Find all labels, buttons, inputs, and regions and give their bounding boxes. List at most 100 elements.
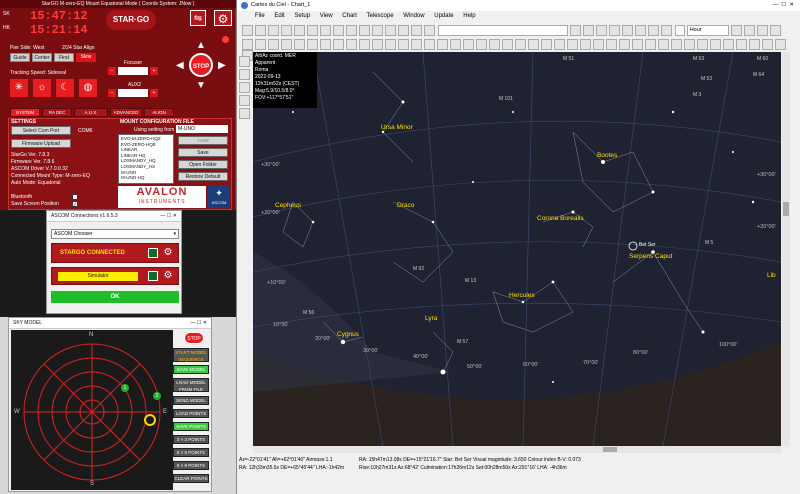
- toolbar-icon[interactable]: [437, 39, 448, 50]
- focuser-minus-button[interactable]: −: [108, 67, 116, 75]
- sun-tracking-icon[interactable]: ☼: [33, 79, 51, 97]
- menu-help[interactable]: Help: [463, 13, 475, 19]
- toolbar-icon[interactable]: [268, 39, 279, 50]
- menu-telescope[interactable]: Telescope: [367, 13, 394, 19]
- toolbar-icon[interactable]: [476, 39, 487, 50]
- setting-value-field[interactable]: M-UNO: [176, 125, 228, 133]
- toolbar-icon[interactable]: [749, 39, 760, 50]
- toolbar-icon[interactable]: [359, 39, 370, 50]
- toolbar-icon[interactable]: [697, 39, 708, 50]
- moon-tracking-icon[interactable]: ☾: [56, 79, 74, 97]
- scrollbar-thumb[interactable]: [783, 202, 789, 216]
- toolbar-icon[interactable]: [411, 39, 422, 50]
- save-model-button[interactable]: SAVE MODEL: [173, 365, 209, 374]
- start-model-sequence-button[interactable]: START MODEL SEQUENCE: [173, 348, 209, 362]
- menu-window[interactable]: Window: [403, 13, 424, 19]
- stars-tracking-icon[interactable]: ✳: [10, 79, 28, 97]
- send-model-button[interactable]: SEND MODEL: [173, 396, 209, 405]
- target-star-label[interactable]: Bet Ser: [639, 242, 656, 248]
- toolbar-icon[interactable]: [684, 39, 695, 50]
- clear-points-button[interactable]: CLEAR POINTS: [173, 474, 209, 483]
- south-arrow-icon[interactable]: ▼: [196, 80, 206, 91]
- object-label[interactable]: M 63: [693, 56, 704, 62]
- menu-file[interactable]: File: [255, 13, 265, 19]
- toolbar-icon[interactable]: [255, 25, 266, 36]
- object-label[interactable]: M 101: [499, 96, 513, 102]
- toolbar-icon[interactable]: [632, 39, 643, 50]
- object-label[interactable]: M 92: [413, 266, 424, 272]
- object-label[interactable]: M 5: [705, 240, 713, 246]
- scrollbar-thumb[interactable]: [603, 447, 617, 452]
- toolbar-icon[interactable]: [239, 69, 250, 80]
- step-field[interactable]: [675, 25, 686, 36]
- grid-8x8-button[interactable]: 8 × 8 POINTS: [173, 461, 209, 470]
- menu-setup[interactable]: Setup: [294, 13, 310, 19]
- simulator-connect-toggle[interactable]: [148, 271, 158, 281]
- toolbar-icon[interactable]: [239, 108, 250, 119]
- toolbar-icon[interactable]: [320, 25, 331, 36]
- toolbar-icon[interactable]: [661, 25, 673, 36]
- toolbar-icon[interactable]: [242, 25, 253, 36]
- toolbar-icon[interactable]: [580, 39, 591, 50]
- north-arrow-icon[interactable]: ▲: [196, 40, 206, 51]
- aux2-plus-button[interactable]: +: [150, 89, 158, 97]
- menu-view[interactable]: View: [320, 13, 333, 19]
- toolbar-icon[interactable]: [346, 25, 357, 36]
- toolbar-icon[interactable]: [333, 39, 344, 50]
- globe-tracking-icon[interactable]: ◍: [79, 79, 97, 97]
- toolbar-icon[interactable]: [635, 25, 647, 36]
- tab-system[interactable]: SYSTEM: [10, 108, 40, 117]
- sky-model-polar-svg[interactable]: [11, 330, 173, 490]
- save-config-button[interactable]: Save: [178, 148, 228, 157]
- gear-icon[interactable]: ⚙: [162, 270, 174, 282]
- toolbar-icon[interactable]: [593, 39, 604, 50]
- load-points-button[interactable]: LOAD POINTS: [173, 409, 209, 418]
- grid-3x3-button[interactable]: 3 × 3 POINTS: [173, 435, 209, 444]
- toolbar-icon[interactable]: [424, 39, 435, 50]
- toolbar-icon[interactable]: [242, 39, 253, 50]
- toolbar-icon[interactable]: [239, 56, 250, 67]
- mode-center-button[interactable]: Center: [32, 53, 52, 62]
- menu-update[interactable]: Update: [434, 13, 453, 19]
- model-point[interactable]: 2: [153, 392, 161, 400]
- toolbar-icon[interactable]: [710, 39, 721, 50]
- object-label[interactable]: M 57: [457, 339, 468, 345]
- west-arrow-icon[interactable]: ◀: [176, 60, 184, 71]
- search-input[interactable]: [437, 25, 568, 36]
- object-label[interactable]: M 64: [753, 72, 764, 78]
- mode-find-button[interactable]: Find: [54, 53, 74, 62]
- object-label[interactable]: M 13: [465, 278, 476, 284]
- simulator-field[interactable]: Simulator: [58, 272, 138, 281]
- window-controls[interactable]: — ☐ ✕: [191, 318, 207, 328]
- toolbar-icon[interactable]: [554, 39, 565, 50]
- toolbar-icon[interactable]: [463, 39, 474, 50]
- toolbar-icon[interactable]: [619, 39, 630, 50]
- toolbar-icon[interactable]: [606, 39, 617, 50]
- usb-icon[interactable]: ⇋: [190, 10, 206, 26]
- toolbar-icon[interactable]: [385, 25, 396, 36]
- gear-icon[interactable]: ⚙: [214, 10, 232, 26]
- toolbar-icon[interactable]: [596, 25, 608, 36]
- focuser-field[interactable]: [118, 67, 148, 75]
- menu-edit[interactable]: Edit: [274, 13, 284, 19]
- aux2-minus-button[interactable]: −: [108, 89, 116, 97]
- ascom-chooser-select[interactable]: ASCOM Chooser ▾: [51, 229, 179, 239]
- object-label[interactable]: M 53: [701, 76, 712, 82]
- toolbar-icon[interactable]: [658, 39, 669, 50]
- toolbar-icon[interactable]: [723, 39, 734, 50]
- stargo-connect-toggle[interactable]: [148, 248, 158, 258]
- sky-model-stop-button[interactable]: STOP: [184, 332, 204, 344]
- open-folder-button[interactable]: Open Folder: [178, 160, 228, 169]
- toolbar-icon[interactable]: [583, 25, 595, 36]
- toolbar-icon[interactable]: [307, 39, 318, 50]
- gear-icon[interactable]: ⚙: [162, 247, 174, 259]
- select-com-port-button[interactable]: Select Com Port: [11, 126, 71, 135]
- config-list-item[interactable]: M-UNO-HQ: [121, 175, 171, 181]
- toolbar-icon[interactable]: [398, 39, 409, 50]
- toolbar-icon[interactable]: [281, 25, 292, 36]
- bluetooth-checkbox[interactable]: [72, 194, 78, 200]
- toolbar-icon[interactable]: [731, 25, 743, 36]
- object-label[interactable]: M 3: [693, 92, 701, 98]
- time-step-select[interactable]: Hour: [686, 25, 729, 36]
- search-icon[interactable]: [570, 25, 582, 36]
